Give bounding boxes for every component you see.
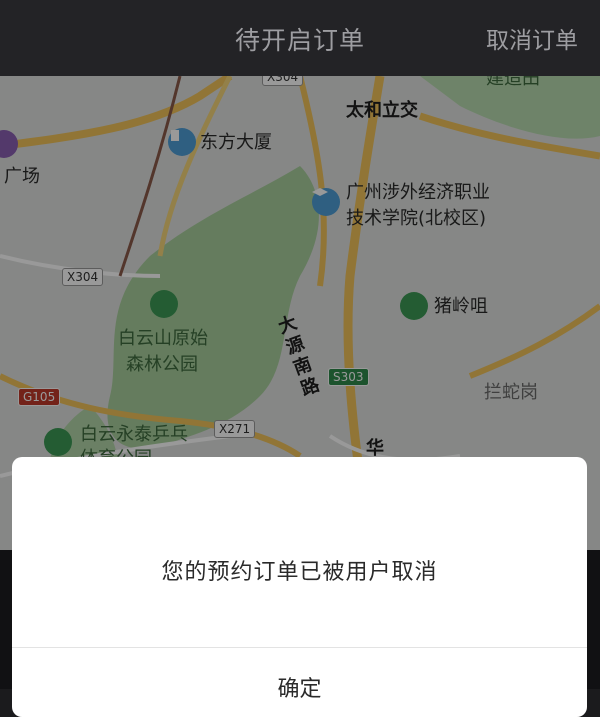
map-label-baiyun-line1: 白云山原始 [118,328,208,349]
map-label-zhuling: 猪岭咀 [434,296,488,317]
map-label-taihe: 太和立交 [346,100,418,121]
map-label-college-line2: 技术学院(北校区) [346,208,487,229]
building-icon [168,128,196,156]
cancel-notice-dialog: 您的预约订单已被用户取消 确定 [12,457,587,717]
map-label-dongfang: 东方大厦 [200,132,272,153]
map-label-guangchang: 广场 [4,166,40,187]
school-icon [312,188,340,216]
map-label-baiyun-line2: 森林公园 [126,354,198,375]
mountain-icon [400,292,428,320]
map-label-college-line1: 广州涉外经济职业 [346,182,490,203]
road-tag-x304-top: X304 [262,76,304,86]
sports-park-icon [44,428,72,456]
road-tag-s303: S303 [328,368,369,386]
dialog-divider [12,647,587,648]
cancel-order-button[interactable]: 取消订单 [486,21,578,55]
confirm-button[interactable]: 确定 [12,671,587,703]
park-icon [150,290,178,318]
road-tag-x304: X304 [62,268,104,286]
map-label-lanshe: 拦蛇岗 [484,382,538,403]
dialog-message: 您的预约订单已被用户取消 [161,560,438,585]
map-label-yongtai-line1: 白云永泰乒乓 [80,424,188,445]
road-tag-g105: G105 [18,388,61,406]
road-tag-x271: X271 [214,420,256,438]
top-header: 待开启订单 取消订单 [0,0,600,76]
map-label-top-right: 建造田 [486,76,540,89]
